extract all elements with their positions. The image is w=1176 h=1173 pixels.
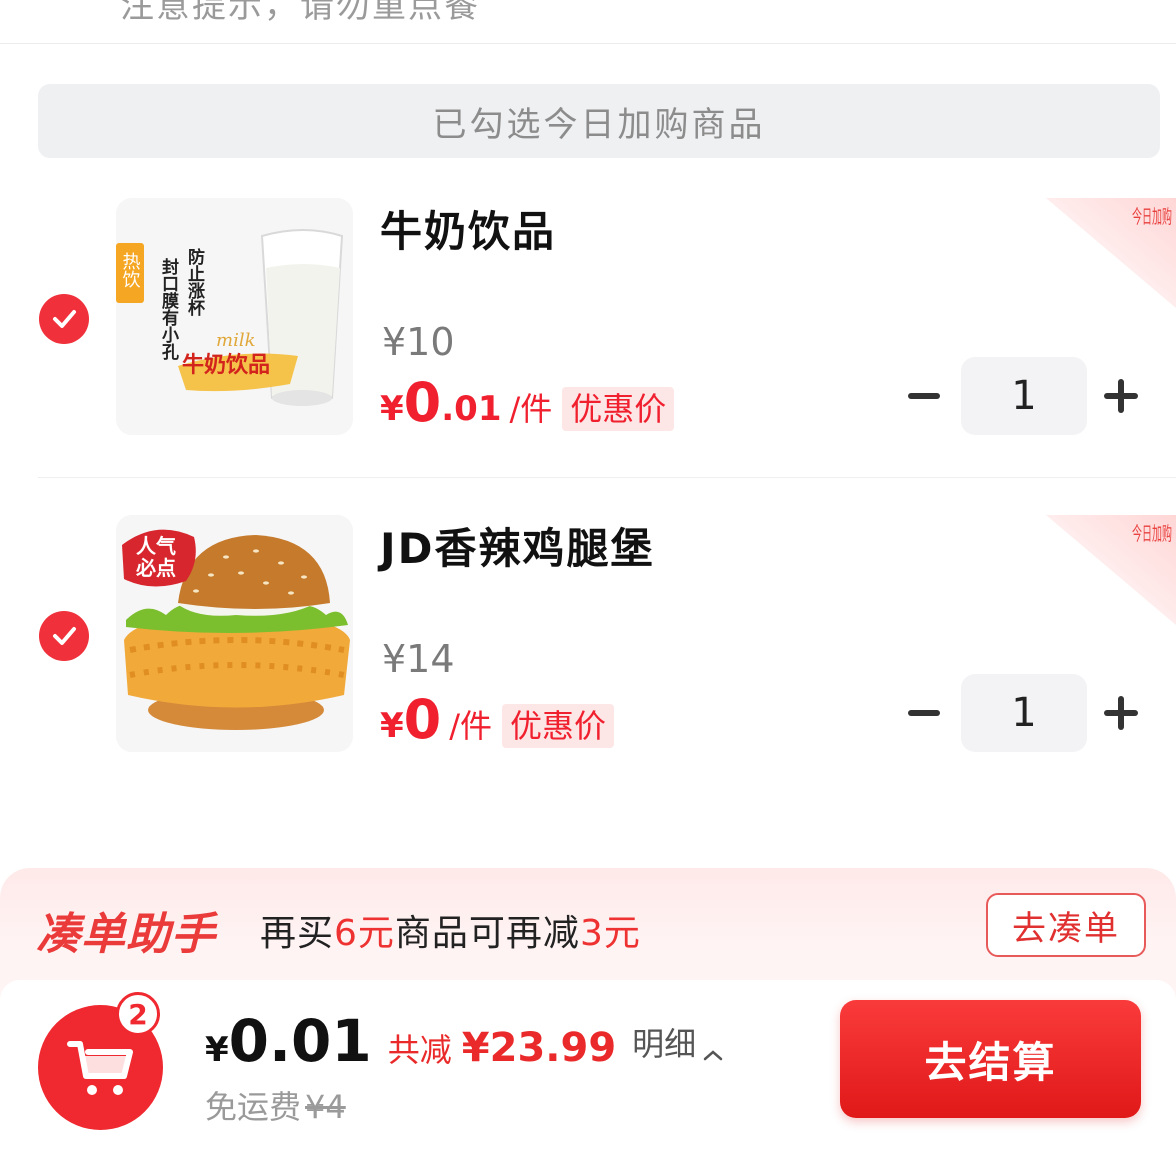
burger-badge-line1: 人气: [136, 534, 176, 558]
total-amount: 0.01: [228, 1007, 372, 1075]
product-name[interactable]: JD香辣鸡腿堡: [380, 515, 655, 576]
checkout-button[interactable]: 去结算: [840, 1000, 1141, 1118]
today-addon-ribbon: 今日加购: [1036, 515, 1176, 625]
price-unit: /件: [449, 707, 493, 745]
chevron-up-icon[interactable]: [702, 1048, 724, 1062]
decrease-button[interactable]: [905, 377, 943, 415]
decrease-button[interactable]: [905, 694, 943, 732]
milk-badge-text: 热饮: [120, 252, 141, 288]
shipping-label: 免运费: [205, 1088, 302, 1126]
ribbon-text: 今日加购: [1132, 206, 1172, 228]
increase-button[interactable]: [1102, 377, 1140, 415]
sale-price: ¥ 0 .01 /件 优惠价: [380, 371, 675, 434]
burger-badge-line2: 必点: [135, 556, 176, 580]
checkout-footer: 2 ¥ 0.01 共减 ¥23.99 明细 免运费 ¥4 去结算: [0, 980, 1176, 1173]
ribbon-text: 今日加购: [1132, 523, 1172, 545]
check-icon: [53, 310, 76, 328]
cart-count-badge: 2: [116, 992, 160, 1036]
helper-text-1: 再买: [260, 913, 335, 954]
helper-title: 凑单助手: [36, 909, 216, 960]
shipping-info: 免运费 ¥4: [205, 1082, 346, 1128]
quantity-stepper: 1: [905, 357, 1145, 435]
minus-icon: [908, 710, 940, 716]
price-integer: 0: [403, 371, 442, 434]
price-decimal: .01: [441, 389, 502, 429]
original-price: ¥10: [382, 320, 455, 364]
product-image-burger[interactable]: 人气 必点: [116, 515, 353, 752]
price-integer: 0: [403, 688, 442, 751]
product-name[interactable]: 牛奶饮品: [380, 198, 556, 259]
quantity-input[interactable]: 1: [961, 357, 1087, 435]
increase-button[interactable]: [1102, 694, 1140, 732]
order-helper-bar: 凑单助手 再买6元商品可再减3元 去凑单: [0, 868, 1176, 998]
milk-side-text-1: 防止涨杯: [184, 247, 205, 317]
original-price: ¥14: [382, 637, 455, 681]
product-image-milk[interactable]: 热饮 封口膜有小孔 防止涨杯 milk 牛奶饮品: [116, 198, 353, 435]
sale-price: ¥ 0 /件 优惠价: [380, 688, 615, 751]
milk-logo-text: 牛奶饮品: [182, 352, 270, 378]
top-clipped-text: 注意提示，请勿重点餐: [120, 0, 480, 26]
discount-amount: ¥23.99: [461, 1025, 617, 1071]
section-header: 已勾选今日加购商品: [38, 84, 1160, 158]
helper-text-2: 商品可再减: [394, 913, 580, 954]
total-currency: ¥: [205, 1030, 229, 1070]
price-currency: ¥: [380, 706, 404, 746]
today-addon-ribbon: 今日加购: [1036, 198, 1176, 308]
add-more-button[interactable]: 去凑单: [986, 893, 1146, 957]
shipping-original-fee: ¥4: [305, 1088, 346, 1126]
top-clipped-notice: 注意提示，请勿重点餐: [0, 0, 1176, 44]
discount-tag: 优惠价: [502, 704, 615, 748]
price-unit: /件: [509, 390, 553, 428]
discount-label: 共减: [387, 1031, 452, 1069]
item-checkbox[interactable]: [39, 611, 89, 661]
item-divider: [38, 477, 1176, 478]
minus-icon: [908, 393, 940, 399]
cart-item-burger: 人气 必点 JD香辣鸡腿堡 ¥14 ¥ 0 /件 优惠价 今日加购 1: [0, 497, 1176, 767]
check-icon: [53, 627, 76, 645]
discount-tag: 优惠价: [562, 387, 675, 431]
helper-amount-2: 3元: [579, 913, 641, 954]
total-summary: ¥ 0.01 共减 ¥23.99 明细: [205, 1010, 724, 1072]
milk-script-text: milk: [216, 330, 256, 351]
quantity-input[interactable]: 1: [961, 674, 1087, 752]
helper-amount-1: 6元: [334, 913, 395, 954]
quantity-stepper: 1: [905, 674, 1145, 752]
burger-illustration: 人气 必点: [116, 515, 353, 752]
cart-icon: [66, 1040, 133, 1095]
milk-illustration: 热饮 封口膜有小孔 防止涨杯 milk 牛奶饮品: [116, 198, 353, 435]
helper-message: 再买6元商品可再减3元: [260, 904, 641, 956]
cart-item-milk: 热饮 封口膜有小孔 防止涨杯 milk 牛奶饮品 牛奶饮品 ¥10 ¥ 0 .0…: [0, 180, 1176, 450]
price-currency: ¥: [380, 389, 404, 429]
item-checkbox[interactable]: [39, 294, 89, 344]
detail-link[interactable]: 明细: [632, 1022, 696, 1066]
milk-side-text-2: 封口膜有小孔: [158, 257, 179, 361]
